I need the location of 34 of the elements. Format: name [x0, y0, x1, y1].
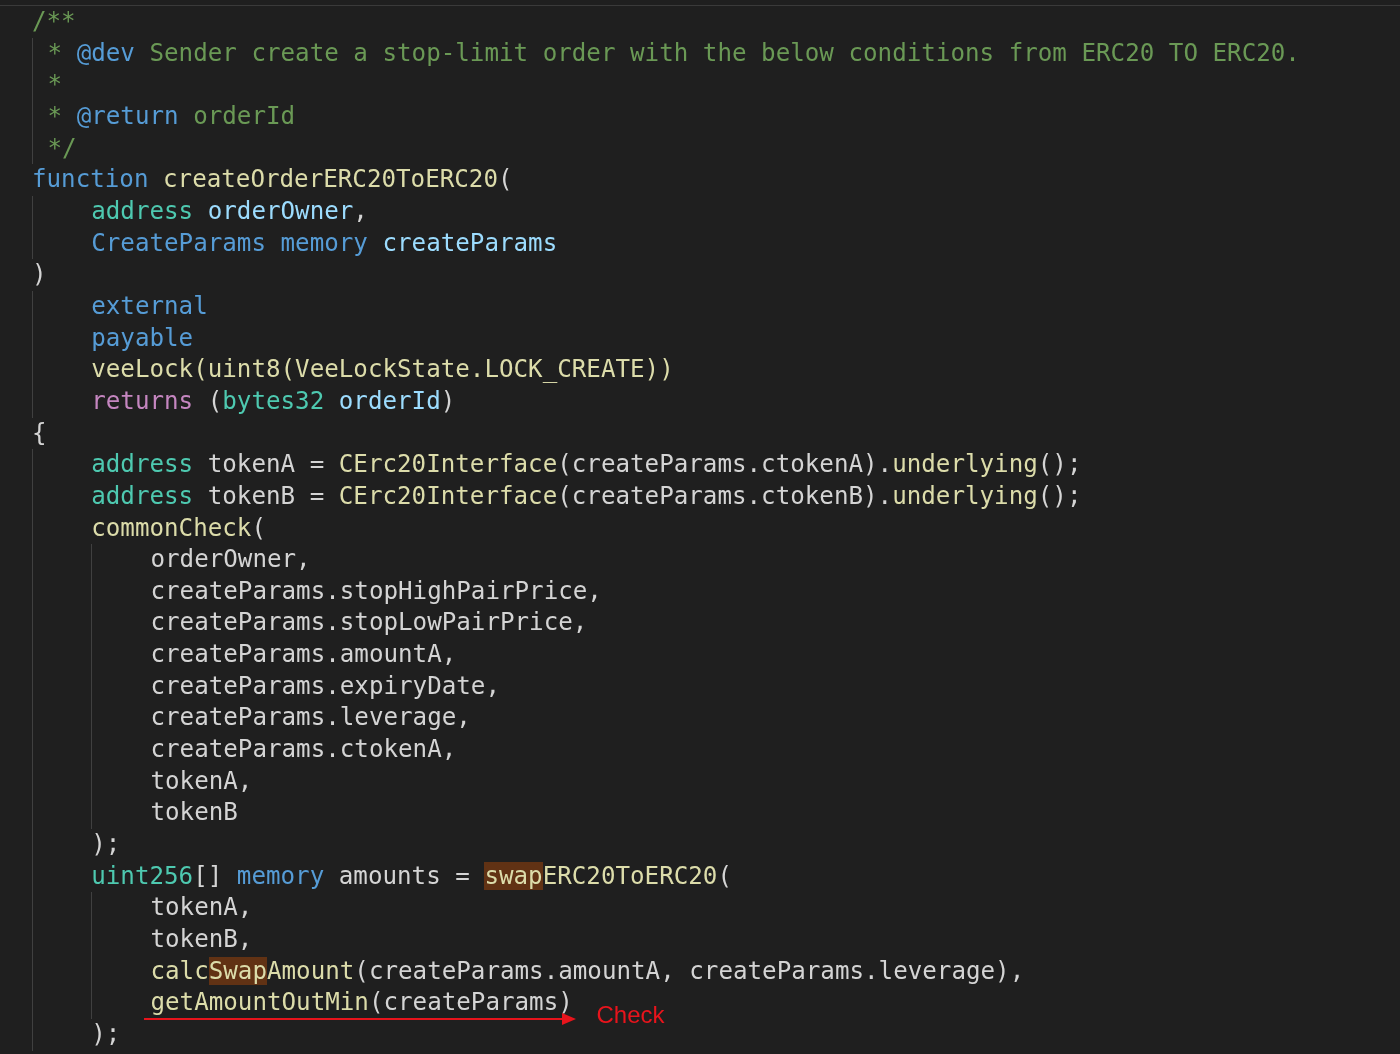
code-line: * @return orderId: [46, 100, 296, 132]
code-line: address tokenA = CErc20Interface(createParams.ctokenA).underlying();: [91, 449, 1082, 481]
code-line: createParams.stopLowPairPrice,: [150, 607, 588, 639]
annotation-label: Check: [596, 1001, 665, 1030]
code-line: );: [91, 829, 121, 861]
code-line: veeLock(uint8(VeeLockState.LOCK_CREATE)): [91, 354, 674, 386]
code-line: tokenA,: [150, 765, 253, 797]
code-line: tokenA,: [150, 892, 253, 924]
code-line: address orderOwner,: [91, 195, 368, 227]
code-line: createParams.leverage,: [150, 702, 471, 734]
code-line: orderOwner,: [150, 544, 311, 576]
code-line: * @dev Sender create a stop-limit order with the below conditions from ERC20 TO ERC20.: [46, 37, 1300, 69]
code-line: );: [91, 1019, 121, 1050]
code-line: {: [32, 417, 47, 449]
code-line: uint256[] memory amounts = swapERC20ToERC20(: [91, 860, 732, 892]
code-line: commonCheck(: [91, 512, 266, 544]
code-line: address tokenB = CErc20Interface(createParams.ctokenB).underlying();: [91, 480, 1082, 512]
code-line: external: [91, 290, 208, 322]
code-line: payable: [91, 322, 194, 354]
code-line: returns (bytes32 orderId): [91, 385, 456, 417]
code-line: /**: [32, 6, 76, 37]
code-line: */: [46, 132, 77, 164]
code-line: *: [46, 69, 63, 101]
code-line: createParams.amountA,: [150, 639, 457, 671]
code-line: tokenB: [150, 797, 238, 829]
code-line: createParams.stopHighPairPrice,: [150, 575, 602, 607]
code-line: CreateParams memory createParams: [91, 227, 558, 259]
code-line: calcSwapAmount(createParams.amountA, createParams.leverage),: [150, 955, 1025, 987]
code-line: ): [32, 259, 47, 291]
code-line: tokenB,: [150, 924, 253, 956]
code-line: createParams.expiryDate,: [150, 670, 500, 702]
code-line: createParams.ctokenA,: [150, 734, 457, 766]
code-line: getAmountOutMin(createParams): [150, 987, 573, 1019]
code-line: function createOrderERC20ToERC20(: [32, 164, 513, 196]
